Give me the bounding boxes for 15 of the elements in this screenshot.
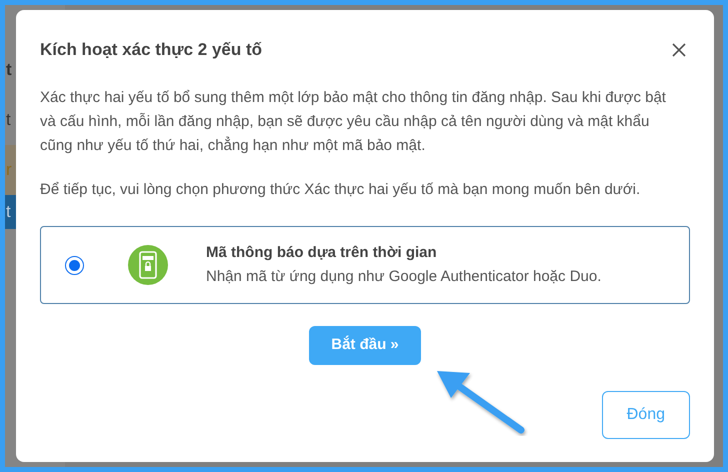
- phone-lock-icon: [128, 245, 168, 285]
- dialog-title: Kích hoạt xác thực 2 yếu tố: [40, 40, 262, 60]
- option-card[interactable]: Mã thông báo dựa trên thời gian Nhận mã từ ứng dụng như Google Authenticator hoặc Duo.: [40, 226, 690, 304]
- option-title: Mã thông báo dựa trên thời gian: [206, 242, 438, 262]
- radio-button[interactable]: [65, 256, 84, 274]
- start-button[interactable]: Bắt đầu »: [309, 326, 421, 364]
- description-text: Xác thực hai yếu tố bổ sung thêm một lớp bảo mật cho thông tin đăng nhập. Sau khi được bật và cấu hình, mỗi lần đăng nhập, bạn sẽ được yêu cầu nhập cả tên người dùng và mật khẩu cũng như yếu tố thứ hai, chẳng hạn như một mã bảo mật.: [40, 88, 667, 156]
- close-button[interactable]: Đóng: [602, 390, 690, 438]
- background-text: t: [6, 59, 12, 82]
- option-description: Nhận mã từ ứng dụng như Google Authenticator hoặc Duo.: [206, 267, 602, 287]
- background-button-text: t: [6, 201, 11, 224]
- close-icon[interactable]: [672, 43, 686, 57]
- background-text: t: [6, 109, 11, 132]
- description-text: Để tiếp tục, vui lòng chọn phương thức Xác thực hai yếu tố mà bạn mong muốn bên dưới.: [40, 180, 642, 200]
- background-text: r: [6, 159, 12, 182]
